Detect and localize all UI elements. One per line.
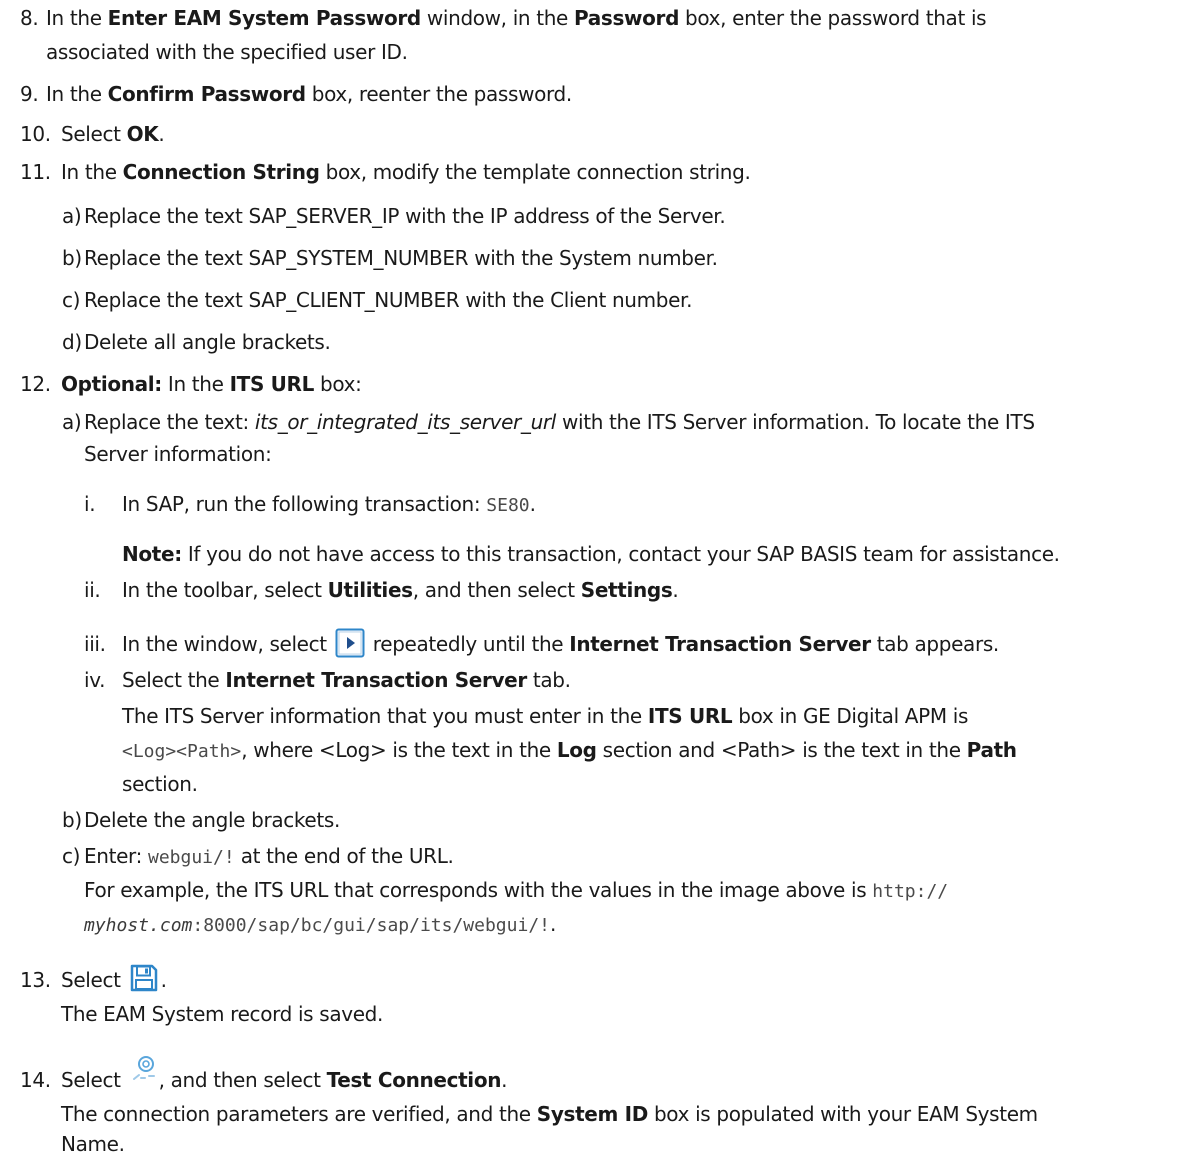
substep-label: c) bbox=[62, 288, 81, 312]
roman-text: In the toolbar, select Utilities, and th… bbox=[122, 578, 679, 602]
substep-label: a) bbox=[62, 204, 82, 228]
step-10-text: Select OK. bbox=[61, 122, 165, 146]
substep-label: c) bbox=[62, 844, 81, 868]
substep-text: Delete all angle brackets. bbox=[84, 330, 331, 354]
step-number: 10. bbox=[20, 122, 51, 146]
save-icon bbox=[129, 963, 159, 993]
step-14-result-cont: Name. bbox=[61, 1132, 125, 1156]
substep-label: b) bbox=[62, 808, 82, 832]
step-8-text: In the Enter EAM System Password window,… bbox=[46, 6, 987, 30]
substep-text: Replace the text SAP_SERVER_IP with the … bbox=[84, 204, 726, 228]
step-13-result: The EAM System record is saved. bbox=[61, 1002, 384, 1026]
step-number: 8. bbox=[20, 6, 39, 30]
roman-label: iii. bbox=[84, 632, 106, 656]
roman-text: Select the Internet Transaction Server t… bbox=[122, 668, 571, 692]
roman-label: ii. bbox=[84, 578, 101, 602]
roman-label: i. bbox=[84, 492, 96, 516]
substep-label: a) bbox=[62, 410, 82, 434]
substep-text: Replace the text: its_or_integrated_its_… bbox=[84, 410, 1035, 434]
roman-result-cont: <Log><Path>, where <Log> is the text in … bbox=[122, 738, 1017, 762]
step-number: 13. bbox=[20, 968, 51, 992]
step-8-text-cont: associated with the specified user ID. bbox=[46, 40, 408, 64]
roman-label: iv. bbox=[84, 668, 106, 692]
step-13-text: Select . bbox=[61, 963, 167, 994]
connection-icon bbox=[131, 1053, 157, 1081]
step-number: 12. bbox=[20, 372, 51, 396]
example-url: myhost.com:8000/sap/bc/gui/sap/its/webgu… bbox=[84, 912, 557, 936]
roman-result-cont: section. bbox=[122, 772, 198, 796]
next-page-icon bbox=[335, 628, 365, 658]
substep-text: Replace the text SAP_SYSTEM_NUMBER with … bbox=[84, 246, 718, 270]
step-11-text: In the Connection String box, modify the… bbox=[61, 160, 751, 184]
step-number: 11. bbox=[20, 160, 51, 184]
step-12-text: Optional: In the ITS URL box: bbox=[61, 372, 362, 396]
step-9-text: In the Confirm Password box, reenter the… bbox=[46, 82, 572, 106]
substep-label: b) bbox=[62, 246, 82, 270]
step-14-text: Select , and then select Test Connection… bbox=[61, 1055, 507, 1094]
step-number: 14. bbox=[20, 1068, 51, 1092]
roman-text: In SAP, run the following transaction: S… bbox=[122, 492, 536, 516]
step-14-result: The connection parameters are verified, … bbox=[61, 1102, 1038, 1126]
roman-text: In the window, select repeatedly until t… bbox=[122, 628, 999, 658]
substep-text: Enter: webgui/! at the end of the URL. bbox=[84, 844, 454, 868]
note: Note: If you do not have access to this … bbox=[122, 542, 1060, 566]
substep-text: Delete the angle brackets. bbox=[84, 808, 340, 832]
document-page: 8. In the Enter EAM System Password wind… bbox=[0, 0, 1199, 1160]
roman-result: The ITS Server information that you must… bbox=[122, 704, 969, 728]
step-number: 9. bbox=[20, 82, 39, 106]
substep-label: d) bbox=[62, 330, 82, 354]
substep-text: Replace the text SAP_CLIENT_NUMBER with … bbox=[84, 288, 693, 312]
substep-text-cont: Server information: bbox=[84, 442, 272, 466]
example-text: For example, the ITS URL that correspond… bbox=[84, 878, 949, 902]
